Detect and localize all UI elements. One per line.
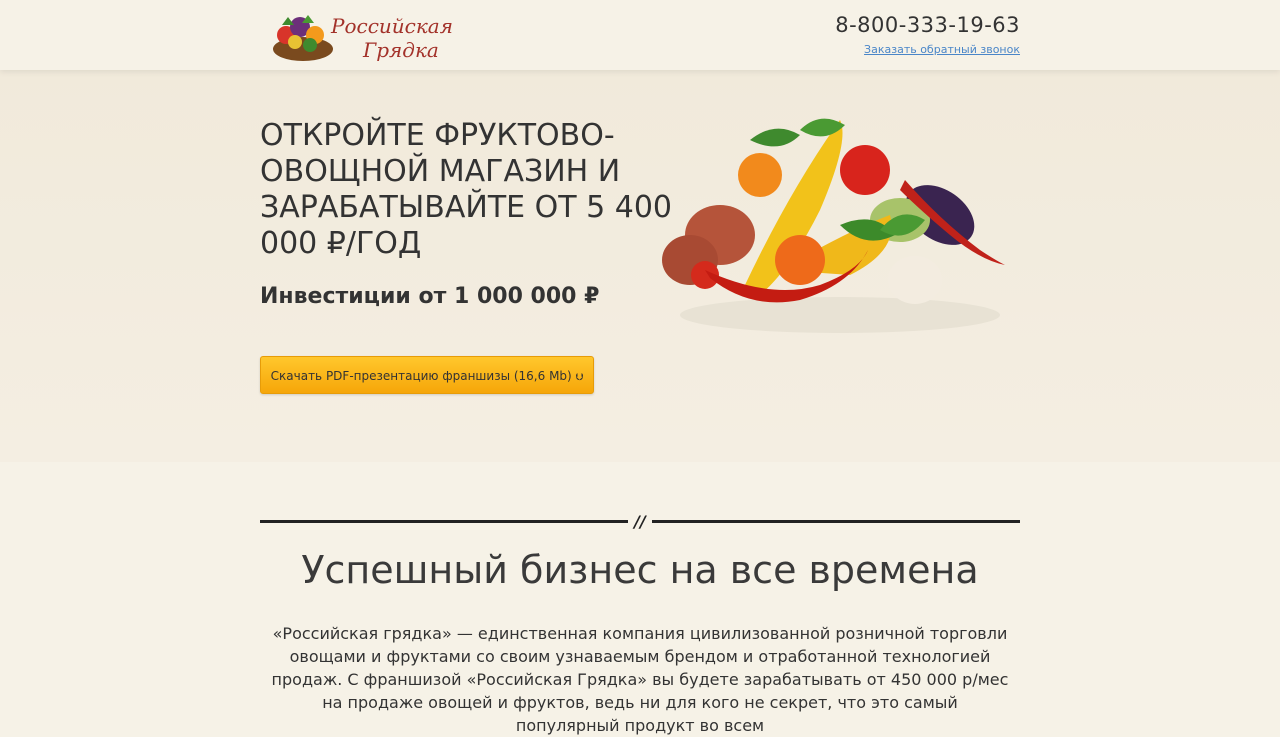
- download-arrow-icon: ⮋: [575, 372, 584, 383]
- hero-section: ОТКРОЙТЕ ФРУКТОВО-ОВОЩНОЙ МАГАЗИН И ЗАРА…: [0, 70, 1280, 462]
- site-header: Российская Грядка 8-800-333-19-63 Заказа…: [0, 0, 1280, 70]
- callback-link[interactable]: Заказать обратный звонок: [864, 43, 1020, 56]
- download-presentation-button[interactable]: Скачать PDF-презентацию франшизы (16,6 M…: [260, 356, 594, 394]
- download-button-label: Скачать PDF-презентацию франшизы (16,6 M…: [270, 369, 572, 383]
- vegetables-image: [650, 110, 1020, 350]
- divider-symbol: //: [634, 512, 646, 531]
- investment-text: Инвестиции от 1 000 000 ₽: [260, 284, 600, 309]
- brand-logo[interactable]: Российская Грядка: [268, 5, 453, 65]
- phone-number[interactable]: 8-800-333-19-63: [835, 13, 1020, 37]
- svg-text:Грядка: Грядка: [362, 38, 439, 62]
- section-divider: //: [260, 512, 1020, 531]
- section-title: Успешный бизнес на все времена: [301, 548, 979, 592]
- hero-title: ОТКРОЙТЕ ФРУКТОВО-ОВОЩНОЙ МАГАЗИН И ЗАРА…: [260, 118, 672, 261]
- divider-line-left: [260, 520, 628, 523]
- svg-text:Российская: Российская: [330, 14, 453, 38]
- divider-line-right: [652, 520, 1020, 523]
